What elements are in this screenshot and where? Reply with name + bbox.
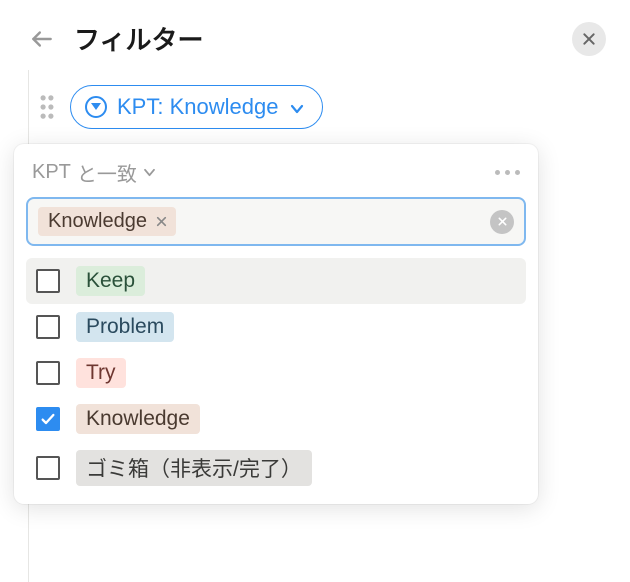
chevron-down-icon xyxy=(143,168,156,177)
filter-chip[interactable]: KPT: Knowledge xyxy=(70,85,323,129)
dropdown-circle-icon xyxy=(85,96,107,118)
filter-chip-label: KPT: Knowledge xyxy=(117,94,278,120)
filter-dropdown-panel: KPT と一致 Knowledge xyxy=(14,144,538,504)
filter-option-row[interactable]: Knowledge xyxy=(26,396,526,442)
page-title: フィルター xyxy=(74,20,203,57)
option-tag-label: Try xyxy=(76,358,126,388)
back-arrow-icon[interactable] xyxy=(24,21,60,57)
more-menu-button[interactable] xyxy=(495,170,520,175)
close-button[interactable] xyxy=(572,22,606,56)
option-checkbox[interactable] xyxy=(36,361,60,385)
filter-search-input[interactable]: Knowledge xyxy=(26,197,526,246)
option-checkbox[interactable] xyxy=(36,456,60,480)
panel-header: KPT と一致 xyxy=(14,158,538,197)
option-checkbox[interactable] xyxy=(36,407,60,431)
match-prefix: KPT xyxy=(32,161,71,184)
option-tag-label: Keep xyxy=(76,266,145,296)
match-suffix: と一致 xyxy=(77,158,137,187)
match-condition-selector[interactable]: KPT と一致 xyxy=(32,158,156,187)
clear-search-button[interactable] xyxy=(490,210,514,234)
selected-tag-label: Knowledge xyxy=(48,210,147,233)
option-tag-label: Problem xyxy=(76,312,174,342)
option-checkbox[interactable] xyxy=(36,269,60,293)
filter-option-list: Keep Problem Try Knowledge ゴミ箱（非表示/完了） xyxy=(14,258,538,494)
filter-option-row[interactable]: Problem xyxy=(26,304,526,350)
filter-option-row[interactable]: ゴミ箱（非表示/完了） xyxy=(26,442,526,494)
tag-remove-icon[interactable] xyxy=(155,213,168,231)
option-checkbox[interactable] xyxy=(36,315,60,339)
option-tag-label: Knowledge xyxy=(76,404,200,434)
option-tag-label: ゴミ箱（非表示/完了） xyxy=(76,450,312,486)
filter-option-row[interactable]: Keep xyxy=(26,258,526,304)
drag-handle-icon[interactable] xyxy=(38,94,56,120)
filter-row: KPT: Knowledge xyxy=(0,73,630,147)
chevron-down-icon xyxy=(290,94,304,120)
filter-header: フィルター xyxy=(0,0,630,73)
selected-filter-tag: Knowledge xyxy=(38,207,176,236)
filter-option-row[interactable]: Try xyxy=(26,350,526,396)
